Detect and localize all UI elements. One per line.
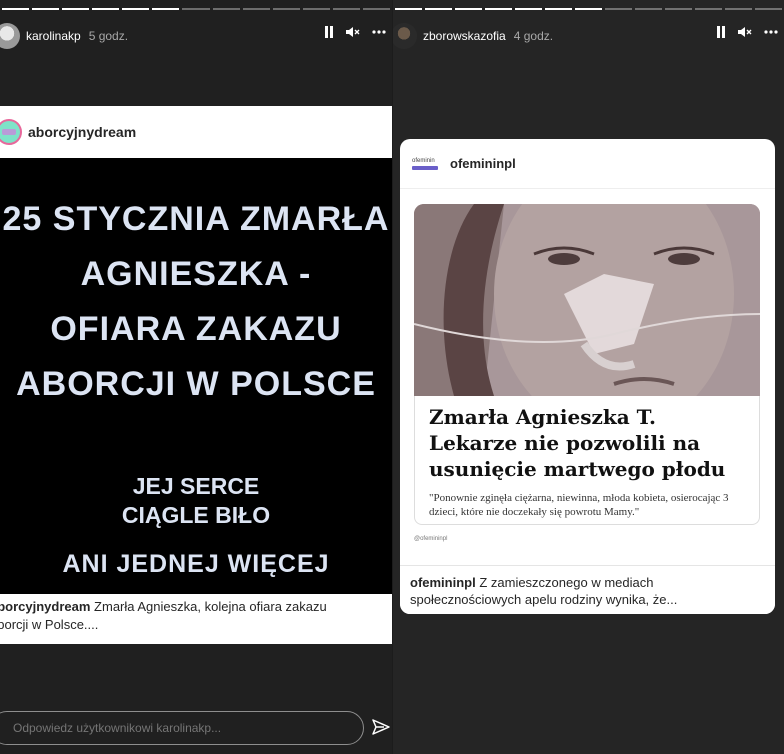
headline-line: 25 STYCZNIA ZMARŁA <box>2 200 390 238</box>
story-time: 5 godz. <box>88 29 129 43</box>
ofeminin-logo[interactable]: ofeminin <box>412 158 438 170</box>
post-header: ofeminin ofemininpl <box>400 139 775 189</box>
shared-post[interactable]: aborcyjnydream 25 STYCZNIA ZMARŁA AGNIES… <box>0 106 392 644</box>
reply-input[interactable] <box>0 711 364 745</box>
post-avatar[interactable] <box>0 119 22 145</box>
headline-line: AGNIESZKA - <box>80 255 312 293</box>
story-username[interactable]: karolinakp <box>26 29 81 43</box>
news-title: Zmarła Agnieszka T. Lekarze nie pozwolil… <box>429 405 726 481</box>
story-left[interactable]: karolinakp 5 godz. aborcyjnydream 25 STY… <box>0 0 392 754</box>
headline-line: ABORCJI W POLSCE <box>16 365 376 403</box>
post-caption: aborcyjnydream Zmarła Agnieszka, kolejna… <box>0 594 392 644</box>
headline-line: OFIARA ZAKAZU <box>50 310 342 348</box>
caption-username[interactable]: ofemininpl <box>410 575 476 590</box>
caption-username[interactable]: aborcyjnydream <box>0 599 90 614</box>
send-icon[interactable] <box>372 718 390 741</box>
story-progress <box>0 8 392 10</box>
story-time: 4 godz. <box>513 29 554 43</box>
pause-icon[interactable] <box>324 26 334 38</box>
caption-text-2: aborcji w Polsce.... <box>0 617 99 632</box>
shared-post[interactable]: ofeminin ofemininpl Zmarła Agnieszka T. … <box>400 139 775 614</box>
news-quote: "Ponownie zginęła ciężarna, niewinna, mł… <box>429 492 729 518</box>
story-username[interactable]: zborowskazofia <box>423 29 506 43</box>
post-slogan: ANI JEDNEJ WIĘCEJ <box>62 550 330 578</box>
story-progress <box>393 8 784 10</box>
post-caption: ofemininpl Z zamieszczonego w mediach sp… <box>400 565 775 614</box>
post-username[interactable]: aborcyjnydream <box>28 124 136 140</box>
story-header: zborowskazofia 4 godz. <box>393 22 784 50</box>
news-photo <box>414 204 760 396</box>
story-header: karolinakp 5 godz. <box>0 22 392 50</box>
post-header: aborcyjnydream <box>0 106 392 158</box>
mute-icon[interactable] <box>346 26 360 38</box>
subtext-line: JEJ SERCE <box>132 473 260 499</box>
post-image: 25 STYCZNIA ZMARŁA AGNIESZKA - OFIARA ZA… <box>0 158 392 594</box>
avatar[interactable] <box>393 23 417 49</box>
pause-icon[interactable] <box>716 26 726 38</box>
post-headline: 25 STYCZNIA ZMARŁA AGNIESZKA - OFIARA ZA… <box>0 192 392 412</box>
logo-text: ofeminin <box>412 157 435 164</box>
more-icon[interactable] <box>372 30 386 34</box>
post-image: Zmarła Agnieszka T. Lekarze nie pozwolil… <box>400 189 775 565</box>
story-right[interactable]: zborowskazofia 4 godz. ofeminin ofeminin… <box>393 0 784 754</box>
avatar[interactable] <box>0 23 20 49</box>
caption-text: Zmarła Agnieszka, kolejna ofiara zakazu <box>90 599 327 614</box>
post-subtext: JEJ SERCE CIĄGLE BIŁO <box>0 472 392 530</box>
mute-icon[interactable] <box>738 26 752 38</box>
news-headline-box: Zmarła Agnieszka T. Lekarze nie pozwolil… <box>414 396 760 525</box>
post-handle: @ofemininpl <box>414 536 448 542</box>
post-username[interactable]: ofemininpl <box>450 156 516 171</box>
more-icon[interactable] <box>764 30 778 34</box>
subtext-line: CIĄGLE BIŁO <box>121 502 271 528</box>
